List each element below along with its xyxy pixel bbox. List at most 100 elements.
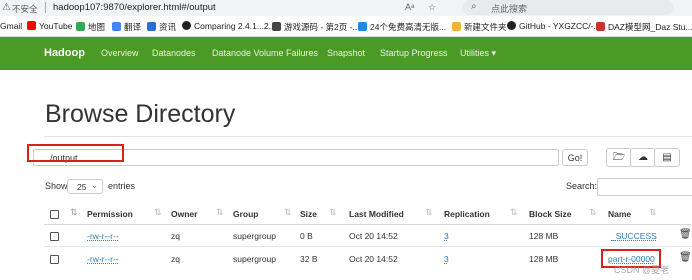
row-checkbox[interactable] [50, 232, 59, 241]
game-icon [272, 22, 281, 31]
news-icon [147, 22, 156, 31]
hadoop-navbar: Hadoop Overview Datanodes Datanode Volum… [0, 37, 692, 70]
trash-icon[interactable]: 🗑 [679, 252, 692, 263]
sort-icon[interactable]: ⇅ [649, 207, 657, 218]
page-title: Browse Directory [45, 100, 236, 128]
nav-volume-failures[interactable]: Datanode Volume Failures [212, 48, 318, 58]
col-group[interactable]: Group [233, 209, 259, 219]
file-name-link[interactable]: _SUCCESS [611, 231, 657, 241]
nav-startup-progress[interactable]: Startup Progress [380, 48, 448, 58]
nav-datanodes[interactable]: Datanodes [152, 48, 196, 58]
insecure-label: 不安全 [12, 4, 38, 14]
bookmark-label: GitHub - YXGZCC/-... [519, 21, 601, 31]
sort-icon[interactable]: ⇅ [589, 207, 597, 218]
col-size[interactable]: Size [300, 209, 317, 219]
sort-icon[interactable]: ⇅ [510, 207, 518, 218]
maps-icon [76, 22, 85, 31]
url-field[interactable]: hadoop107:9870/explorer.html#/output [53, 2, 216, 13]
bookmark-game-source[interactable]: 游戏源码 - 第2页 -... [272, 21, 360, 33]
group-cell: supergroup [233, 231, 277, 241]
divider [44, 246, 692, 247]
entries-select[interactable]: 25 ⌄ [67, 179, 103, 194]
block-size-cell: 128 MB [529, 254, 559, 264]
folder-open-button[interactable]: 🗁 [606, 148, 632, 167]
cloud-upload-icon: ☁ [638, 152, 648, 163]
show-label: Show [45, 181, 68, 191]
permission-link[interactable]: -rw-r--r-- [87, 254, 119, 264]
upload-button[interactable]: ☁ [630, 148, 656, 167]
col-owner[interactable]: Owner [171, 209, 197, 219]
browser-search-placeholder: 点此搜索 [491, 4, 528, 14]
col-permission[interactable]: Permission [87, 209, 133, 219]
image-icon [358, 22, 367, 31]
nav-utilities[interactable]: Utilities ▾ [460, 48, 496, 59]
reader-icon[interactable]: Aᵃ [405, 2, 414, 12]
github-icon [507, 21, 516, 30]
bookmark-daz[interactable]: DAZ模型网_Daz Stu... [596, 21, 692, 33]
group-cell: supergroup [233, 254, 277, 264]
folder-icon [452, 22, 461, 31]
browser-search-box[interactable]: ⌕ 点此搜索 [463, 0, 673, 15]
bookmark-new-folder[interactable]: 新建文件夹 [452, 21, 507, 33]
bookmarks-bar: Gmail YouTube 地图 翻译 资讯 Comparing 2.4.1..… [0, 16, 692, 37]
youtube-icon [27, 21, 36, 30]
replication-link[interactable]: 3 [444, 231, 449, 241]
row-checkbox[interactable] [50, 255, 59, 264]
search-icon: ⌕ [471, 1, 477, 12]
modified-cell: Oct 20 14:52 [349, 231, 398, 241]
owner-cell: zq [171, 231, 180, 241]
highlight-box [27, 144, 124, 162]
col-last-modified[interactable]: Last Modified [349, 209, 404, 219]
sort-icon[interactable]: ⇅ [329, 207, 337, 218]
bookmark-translate[interactable]: 翻译 [112, 21, 141, 33]
go-button[interactable]: Go! [562, 149, 588, 166]
brand-logo[interactable]: Hadoop [44, 47, 85, 59]
bookmark-comparing[interactable]: Comparing 2.4.1...2.... [182, 21, 278, 31]
bookmark-youtube[interactable]: YouTube [27, 21, 72, 31]
modified-cell: Oct 20 14:52 [349, 254, 398, 264]
sort-icon[interactable]: ⇅ [216, 207, 224, 218]
entries-value: 25 [77, 182, 87, 192]
folder-open-icon: 🗁 [612, 152, 626, 163]
trash-icon[interactable]: 🗑 [679, 229, 692, 240]
size-cell: 0 B [300, 231, 313, 241]
size-cell: 32 B [300, 254, 318, 264]
search-label: Search: [566, 181, 598, 191]
sort-icon[interactable]: ⇅ [425, 207, 433, 218]
col-replication[interactable]: Replication [444, 209, 490, 219]
owner-cell: zq [171, 254, 180, 264]
list-icon: ▤ [662, 152, 672, 163]
bookmark-label: 资讯 [159, 22, 177, 32]
bookmark-free-images[interactable]: 24个免费高清无版... [358, 21, 446, 33]
bookmark-maps[interactable]: 地图 [76, 21, 105, 33]
search-input[interactable] [597, 178, 692, 196]
bookmark-label: 24个免费高清无版... [370, 22, 447, 32]
replication-link[interactable]: 3 [444, 254, 449, 264]
star-icon[interactable]: ☆ [428, 2, 436, 13]
bookmark-label: Gmail [0, 21, 23, 31]
cut-paste-button[interactable]: ▤ [654, 148, 680, 167]
block-size-cell: 128 MB [529, 231, 559, 241]
bookmark-label: Comparing 2.4.1...2.... [194, 21, 279, 31]
permission-link[interactable]: -rw-r--r-- [87, 231, 119, 241]
nav-snapshot[interactable]: Snapshot [327, 48, 365, 58]
bookmark-label: DAZ模型网_Daz Stu... [608, 22, 692, 32]
divider [44, 224, 692, 225]
bookmark-label: 翻译 [124, 22, 142, 32]
daz-icon [596, 22, 605, 31]
bookmark-gmail[interactable]: Gmail [0, 21, 22, 31]
sort-icon[interactable]: ⇅ [284, 207, 292, 218]
divider [44, 136, 692, 137]
entries-label: entries [108, 181, 136, 191]
sort-icon[interactable]: ⇅ [70, 207, 78, 218]
col-name[interactable]: Name [608, 209, 631, 219]
github-icon [182, 21, 191, 30]
sort-icon[interactable]: ⇅ [154, 207, 162, 218]
translate-icon [112, 22, 121, 31]
select-all-checkbox[interactable] [50, 210, 59, 219]
bookmark-label: 游戏源码 - 第2页 -... [284, 22, 360, 32]
nav-overview[interactable]: Overview [101, 48, 139, 58]
bookmark-news[interactable]: 资讯 [147, 21, 176, 33]
bookmark-github[interactable]: GitHub - YXGZCC/-... [507, 21, 601, 31]
col-block-size[interactable]: Block Size [529, 209, 572, 219]
